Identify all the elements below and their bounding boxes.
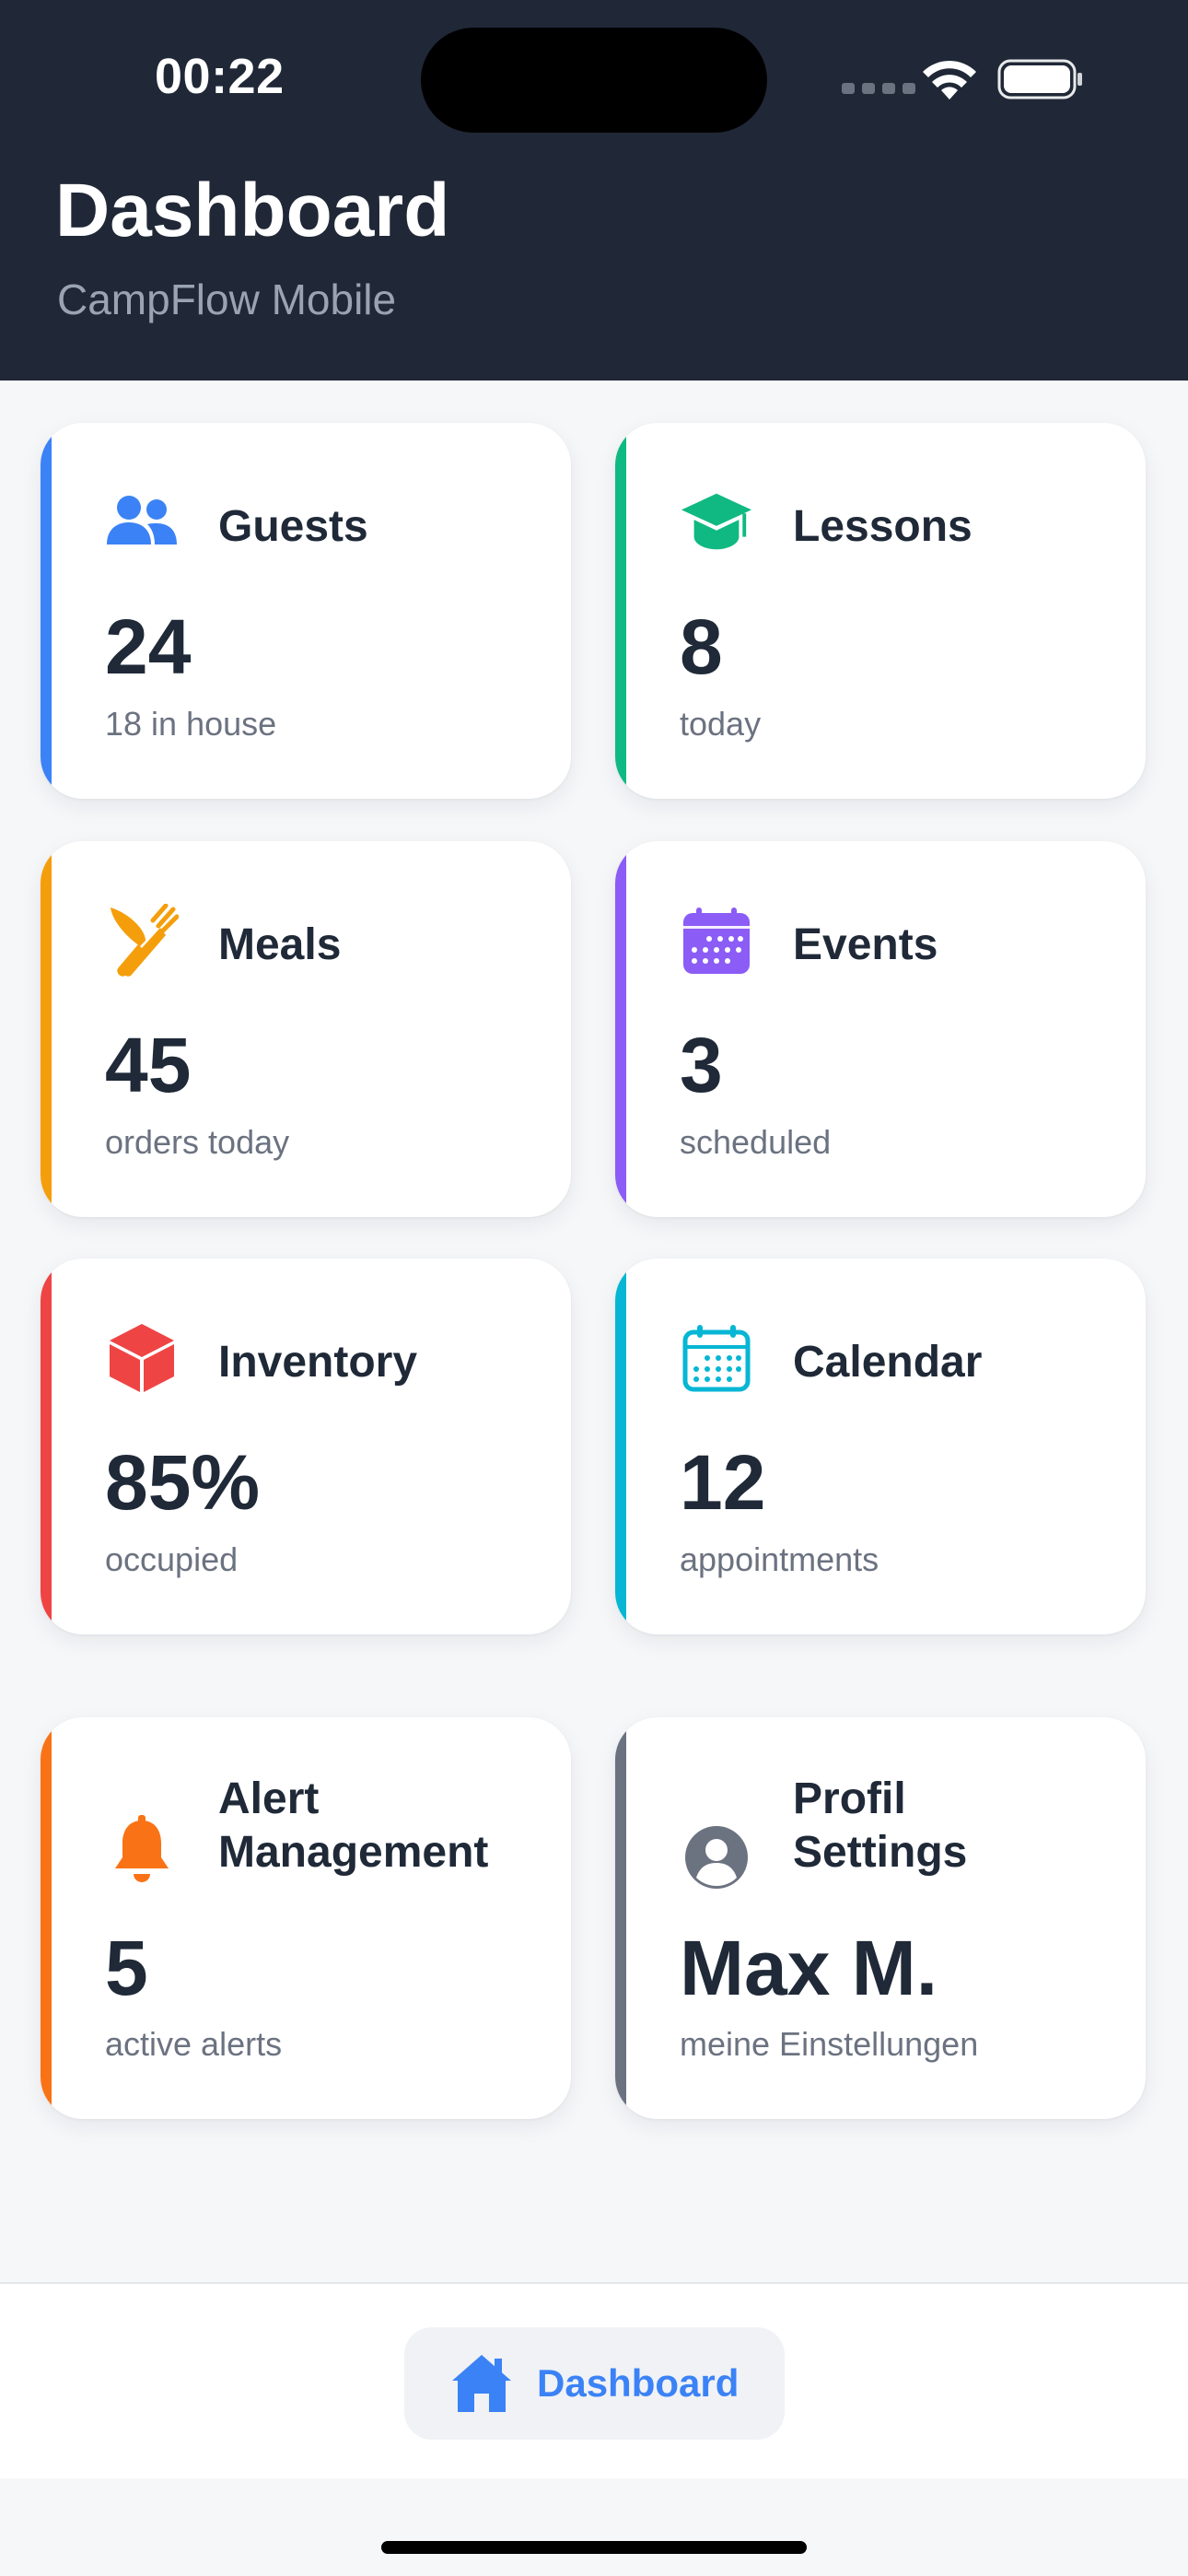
home-indicator[interactable] [381, 2541, 807, 2554]
calendar-outline-icon [680, 1321, 753, 1395]
card-title: Events [793, 920, 938, 969]
card-caption: today [680, 705, 762, 743]
battery-icon [997, 59, 1082, 100]
users-icon [105, 486, 179, 559]
card-value: 5 [105, 1925, 148, 2011]
card-value: 3 [680, 1022, 723, 1108]
card-caption: scheduled [680, 1123, 832, 1161]
nav-dashboard-button[interactable]: Dashboard [404, 2327, 785, 2440]
card-title-line: Alert [218, 1774, 320, 1823]
graduation-cap-icon [680, 486, 753, 559]
card-accent [615, 1259, 626, 1634]
card-accent [41, 423, 52, 799]
home-icon [452, 2355, 511, 2412]
card-title: Meals [218, 920, 342, 969]
status-bar-time: 00:22 [155, 49, 285, 104]
card-accent [41, 1259, 52, 1634]
card-title: Alert Management [218, 1773, 488, 1879]
card-caption: active alerts [105, 2025, 283, 2063]
card-title-line: Profil [793, 1774, 906, 1823]
card-accent [615, 841, 626, 1217]
calendar-card[interactable]: Calendar 12 appointments [615, 1259, 1146, 1634]
inventory-card[interactable]: Inventory 85% occupied [41, 1259, 571, 1634]
nav-dashboard-label: Dashboard [537, 2361, 740, 2405]
header: 00:22 Dashboard CampFlow Mobile [0, 0, 1188, 381]
user-circle-icon [680, 1821, 753, 1894]
card-caption: 18 in house [105, 705, 277, 743]
alert-management-card[interactable]: Alert Management 5 active alerts [41, 1717, 571, 2119]
card-title: Profil Settings [793, 1773, 967, 1879]
page-title: Dashboard [55, 169, 450, 252]
profile-settings-card[interactable]: Profil Settings Max M. meine Einstellung… [615, 1717, 1146, 2119]
card-title: Lessons [793, 502, 973, 551]
card-accent [41, 1717, 52, 2119]
card-value: 12 [680, 1439, 766, 1526]
card-value: 45 [105, 1022, 192, 1108]
card-value: Max M. [680, 1925, 938, 2011]
card-caption: occupied [105, 1540, 239, 1578]
guests-card[interactable]: Guests 24 18 in house [41, 423, 571, 799]
page-subtitle: CampFlow Mobile [57, 275, 397, 323]
card-title: Calendar [793, 1338, 983, 1387]
lessons-card[interactable]: Lessons 8 today [615, 423, 1146, 799]
dynamic-island [421, 28, 767, 133]
utensils-icon [105, 904, 179, 978]
wifi-icon [923, 60, 976, 100]
bottom-nav: Dashboard [0, 2282, 1188, 2478]
bell-icon [105, 1813, 179, 1887]
card-value: 24 [105, 603, 192, 690]
events-card[interactable]: Events 3 scheduled [615, 841, 1146, 1217]
card-caption: orders today [105, 1123, 290, 1161]
cube-icon [105, 1321, 179, 1395]
calendar-filled-icon [680, 904, 753, 978]
card-caption: meine Einstellungen [680, 2025, 979, 2063]
card-value: 8 [680, 603, 723, 690]
card-title: Inventory [218, 1338, 418, 1387]
card-accent [615, 423, 626, 799]
card-accent [41, 841, 52, 1217]
meals-card[interactable]: Meals 45 orders today [41, 841, 571, 1217]
card-title: Guests [218, 502, 368, 551]
card-accent [615, 1717, 626, 2119]
card-caption: appointments [680, 1540, 879, 1578]
card-title-line: Management [218, 1828, 489, 1877]
card-title-line: Settings [793, 1828, 968, 1877]
card-value: 85% [105, 1439, 261, 1526]
